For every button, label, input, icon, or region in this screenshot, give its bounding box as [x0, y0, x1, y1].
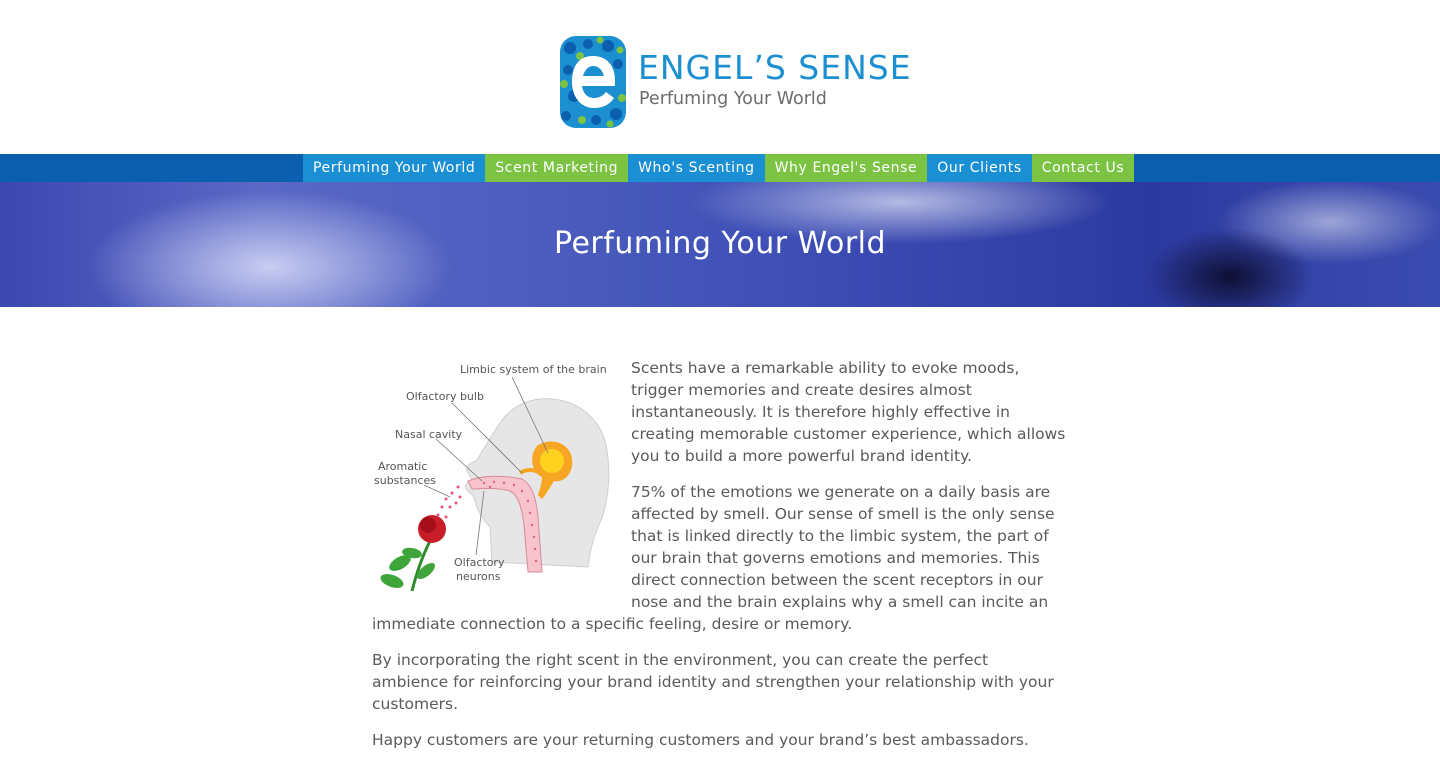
logo-e-icon: [560, 36, 626, 128]
brand-logo[interactable]: ENGEL’S SENSE Perfuming Your World: [560, 36, 911, 130]
page-title: Perfuming Your World: [553, 226, 887, 261]
nav-item-contact-us[interactable]: Contact Us: [1031, 154, 1135, 182]
label-aromatic: Aromatic: [378, 460, 428, 473]
ambassadors-paragraph: Happy customers are your returning custo…: [372, 731, 1029, 749]
nav-item-whos-scenting[interactable]: Who's Scenting: [628, 154, 765, 182]
label-nasal-cavity: Nasal cavity: [395, 428, 463, 441]
nav-item-perfuming-your-world[interactable]: Perfuming Your World: [303, 154, 486, 182]
label-neurons: neurons: [456, 570, 501, 583]
label-limbic-system: Limbic system of the brain: [460, 363, 607, 376]
site-header: ENGEL’S SENSE Perfuming Your World: [0, 0, 1440, 154]
brand-tagline: Perfuming Your World: [639, 89, 827, 109]
label-olfactory-bulb: Olfactory bulb: [406, 390, 484, 403]
main-nav-bar: Perfuming Your World Scent Marketing Who…: [0, 154, 1440, 182]
nav-item-why-engels-sense[interactable]: Why Engel's Sense: [764, 154, 928, 182]
hero-banner: Perfuming Your World: [0, 182, 1440, 307]
main-content: Limbic system of the brain Olfactory bul…: [372, 357, 1068, 765]
nav-item-our-clients[interactable]: Our Clients: [927, 154, 1032, 182]
main-nav: Perfuming Your World Scent Marketing Who…: [303, 154, 1135, 182]
ambience-paragraph: By incorporating the right scent in the …: [372, 651, 1054, 713]
label-olfactory: Olfactory: [454, 556, 505, 569]
label-substances: substances: [374, 474, 436, 487]
nav-item-scent-marketing[interactable]: Scent Marketing: [485, 154, 629, 182]
olfactory-system-diagram: Limbic system of the brain Olfactory bul…: [372, 357, 618, 597]
brand-name: ENGEL’S SENSE: [638, 48, 912, 87]
